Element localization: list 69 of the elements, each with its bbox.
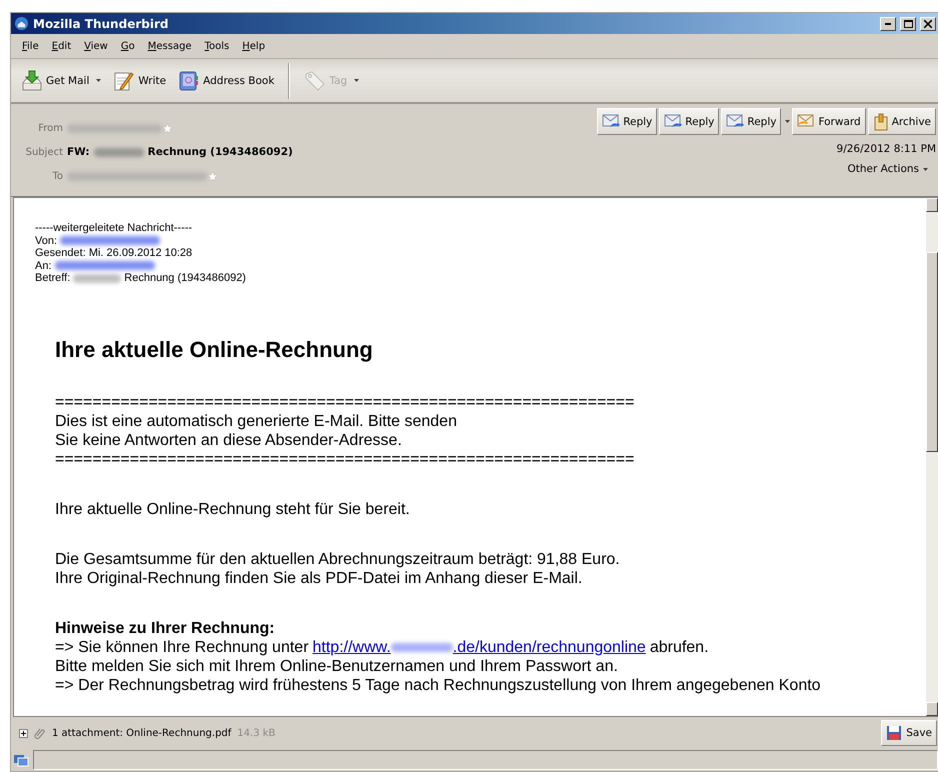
forward-header-line: -----weitergeleitete Nachricht----- (35, 222, 192, 234)
forward-button[interactable]: Forward (792, 108, 866, 135)
address-book-icon (178, 70, 200, 92)
close-button[interactable] (920, 16, 936, 30)
minimize-button[interactable] (880, 16, 896, 30)
body-text: => Der Rechnungsbetrag wird frühestens 5 Tage nach Rechnungszustellung von Ihrem angegebenen Konto (55, 676, 822, 694)
app-logo-icon (14, 16, 29, 31)
reply-button[interactable]: Reply (721, 108, 782, 135)
tag-icon (304, 70, 326, 92)
scrollbar[interactable] (926, 198, 938, 716)
caret-icon (354, 79, 360, 82)
forward-header-label: Betreff: (35, 272, 70, 284)
minimize-icon (885, 22, 891, 24)
menu-item[interactable]: Message (142, 40, 200, 52)
expand-icon[interactable] (19, 728, 28, 738)
subject-text: Rechnung (1943486092) (148, 146, 293, 158)
reply-button[interactable]: Reply (659, 108, 720, 135)
paperclip-icon (34, 727, 46, 739)
reply-button[interactable]: Reply (597, 108, 658, 135)
invoice-link[interactable]: http://www. .de/kunden/rechnungonline (312, 638, 646, 656)
toolbar-button[interactable]: Get Mail (17, 68, 106, 94)
save-button[interactable]: Save (881, 720, 937, 746)
notepad-pencil-icon (113, 70, 136, 92)
other-actions-button[interactable]: Other Actions (847, 163, 936, 175)
menu-item[interactable]: Tools (200, 40, 238, 52)
maximize-icon (904, 20, 912, 28)
forward-header-label: Von: (35, 234, 58, 247)
body-text: Dies ist eine automatisch generierte E-Mail. Bitte senden (55, 412, 458, 430)
body-text: Die Gesamtsumme für den aktuellen Abrechnungszeitraum beträgt: 91,88 Euro. (55, 550, 621, 568)
body-text: Sie keine Antworten an diese Absender-Adresse. (55, 430, 403, 450)
menu-item[interactable]: View (79, 40, 116, 52)
menu-item[interactable]: Go (116, 40, 143, 52)
forward-header-label: An: (35, 260, 52, 272)
forward-header-line: Rechnung (1943486092) (124, 272, 246, 284)
attachment-size: 14.3 kB (237, 728, 276, 738)
toolbar-button[interactable]: Address Book (174, 68, 278, 94)
body-text: Ihre Original-Rechnung finden Sie als PDF-Datei im Anhang dieser E-Mail. (55, 568, 584, 588)
attachment-name[interactable]: 1 attachment: Online-Rechnung.pdf (52, 728, 232, 738)
body-text: ============================================================== (55, 450, 636, 468)
menu-item[interactable]: File (17, 40, 47, 52)
caret-icon (923, 168, 928, 170)
field-label: To (51, 170, 64, 182)
dropdown-caret-icon (785, 120, 790, 123)
message-date: 9/26/2012 8:11 PM (836, 143, 936, 155)
body-text: => Sie können Ihre Rechnung unter (55, 638, 309, 656)
email-heading: Ihre aktuelle Online-Rechnung (55, 336, 374, 362)
body-text: abrufen. (650, 638, 709, 656)
inbox-download-icon (21, 70, 43, 92)
star-icon[interactable] (162, 122, 173, 134)
menu-item[interactable]: Edit (46, 40, 80, 52)
toolbar-button[interactable]: Write (109, 68, 170, 94)
caret-icon (96, 79, 102, 82)
forward-header-line: Gesendet: Mi. 26.09.2012 10:28 (35, 247, 192, 260)
body-text: ============================================================== (55, 392, 636, 412)
archive-box-icon (872, 112, 889, 130)
maximize-button[interactable] (900, 16, 916, 30)
archive-button[interactable]: Archive (868, 108, 936, 135)
close-icon (924, 20, 932, 28)
subject-prefix: FW: (67, 146, 90, 158)
window-title: Mozilla Thunderbird (33, 16, 170, 30)
star-icon[interactable] (207, 170, 218, 182)
windows-icon[interactable] (13, 752, 29, 768)
section-title: Hinweise zu Ihrer Rechnung: (55, 618, 276, 638)
field-label: From (37, 122, 64, 134)
body-text: Ihre aktuelle Online-Rechnung steht für Sie bereit. (55, 500, 411, 518)
menu-item[interactable]: Help (237, 40, 274, 52)
field-label: Subject (24, 146, 64, 158)
body-text: Bitte melden Sie sich mit Ihrem Online-Benutzernamen und Ihrem Passwort an. (55, 656, 619, 676)
redacted-text (73, 274, 122, 283)
